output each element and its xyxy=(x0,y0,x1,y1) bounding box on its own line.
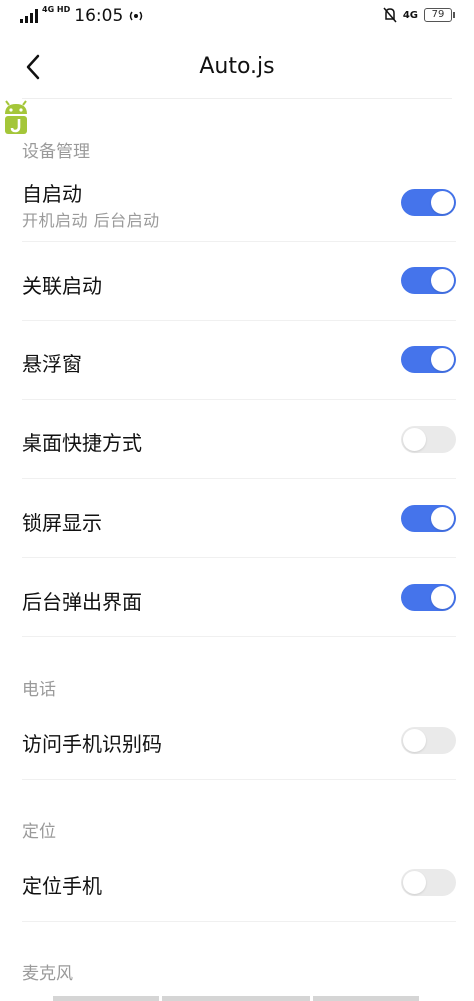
status-time: 16:05 xyxy=(74,6,124,26)
row-divider xyxy=(22,636,456,637)
status-left: 4G HD 16:05 xyxy=(20,6,145,26)
toggle-knob xyxy=(431,191,454,214)
associated-start-toggle[interactable] xyxy=(401,267,456,294)
list-item-locate-phone: 定位手机 xyxy=(0,845,474,922)
list-item-floating-window: 悬浮窗 xyxy=(0,321,474,400)
list-item-lock-screen-display: 锁屏显示 xyxy=(0,479,474,558)
android-app-icon xyxy=(0,100,32,140)
locate-phone-label: 定位手机 xyxy=(22,874,102,898)
section-header-device-management: 设备管理 xyxy=(22,142,90,162)
toggle-knob xyxy=(431,348,454,371)
desktop-shortcut-label: 桌面快捷方式 xyxy=(22,431,142,455)
list-item-auto-start: 自启动 开机启动 后台启动 xyxy=(0,170,474,242)
hotspot-icon xyxy=(130,11,143,21)
list-item-background-popup: 后台弹出界面 xyxy=(0,558,474,637)
bottom-bar-segment xyxy=(313,996,419,1001)
list-item-phone-identity: 访问手机识别码 xyxy=(0,703,474,780)
toggle-knob xyxy=(431,586,454,609)
list-item-desktop-shortcut: 桌面快捷方式 xyxy=(0,400,474,479)
toggle-knob xyxy=(431,507,454,530)
toggle-knob xyxy=(403,428,426,451)
row-divider xyxy=(22,779,456,780)
auto-start-sublabel: 开机启动 后台启动 xyxy=(22,211,160,230)
toggle-knob xyxy=(403,871,426,894)
locate-phone-toggle[interactable] xyxy=(401,869,456,896)
phone-identity-toggle[interactable] xyxy=(401,727,456,754)
bottom-bar-segment xyxy=(162,996,310,1001)
network-4g-label: 4G xyxy=(402,9,418,21)
toggle-knob xyxy=(403,729,426,752)
lock-screen-display-toggle[interactable] xyxy=(401,505,456,532)
lock-screen-display-label: 锁屏显示 xyxy=(22,511,102,535)
toggle-knob xyxy=(431,269,454,292)
status-bar: 4G HD 16:05 4G 79 xyxy=(0,0,474,34)
android-icon xyxy=(5,100,27,134)
bottom-bar-segment xyxy=(53,996,159,1001)
floating-window-label: 悬浮窗 xyxy=(22,352,82,376)
phone-identity-label: 访问手机识别码 xyxy=(22,732,162,756)
section-header-phone: 电话 xyxy=(22,680,56,700)
auto-start-label: 自启动 xyxy=(22,182,82,206)
background-popup-label: 后台弹出界面 xyxy=(22,590,142,614)
silent-notification-icon xyxy=(383,7,397,23)
cellular-signal-icon xyxy=(20,9,38,23)
auto-start-toggle[interactable] xyxy=(401,189,456,216)
status-right: 4G 79 xyxy=(383,7,455,23)
page-title: Auto.js xyxy=(199,54,275,79)
desktop-shortcut-toggle[interactable] xyxy=(401,426,456,453)
header-divider xyxy=(22,98,452,99)
battery-level: 79 xyxy=(431,9,445,20)
list-item-associated-start: 关联启动 xyxy=(0,242,474,321)
section-header-location: 定位 xyxy=(22,822,56,842)
background-popup-toggle[interactable] xyxy=(401,584,456,611)
section-header-microphone: 麦克风 xyxy=(22,964,73,984)
row-divider xyxy=(22,921,456,922)
floating-window-toggle[interactable] xyxy=(401,346,456,373)
associated-start-label: 关联启动 xyxy=(22,274,102,298)
battery-icon: 79 xyxy=(424,8,455,22)
app-header: Auto.js xyxy=(0,34,474,98)
network-type-label: 4G HD xyxy=(42,5,71,14)
